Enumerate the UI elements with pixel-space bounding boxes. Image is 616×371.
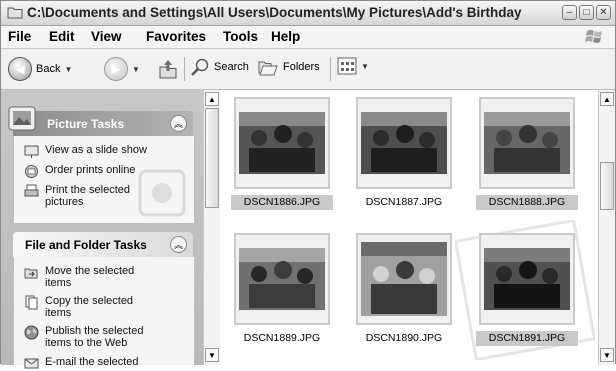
back-label: Back <box>36 63 61 75</box>
photo-thumbnail[interactable] <box>479 233 575 325</box>
task-label: Print the selected pictures <box>45 184 130 208</box>
photo-image <box>361 112 447 174</box>
back-button[interactable]: ◀ Back ▼ <box>8 57 72 81</box>
menu-bar: File Edit View Favorites Tools Help <box>1 26 615 49</box>
task-label: Order prints online <box>45 164 136 176</box>
task-print-pictures[interactable]: Print the selected pictures <box>24 184 144 208</box>
menu-edit[interactable]: Edit <box>49 29 75 44</box>
file-folder-tasks-header[interactable]: File and Folder Tasks ︽ <box>13 232 193 257</box>
task-publish-web[interactable]: Publish the selected items to the Web <box>24 325 144 349</box>
maximize-button[interactable]: □ <box>579 5 594 20</box>
views-button[interactable]: ▼ <box>337 57 369 75</box>
menu-view[interactable]: View <box>91 29 122 44</box>
forward-arrow-icon: ▶ <box>104 57 128 81</box>
thumbnail-view: DSCN1886.JPG DSCN1887.JPG DSCN1888.JPG DSCN… <box>220 90 600 365</box>
photo-image <box>484 248 570 310</box>
folder-icon <box>7 7 23 19</box>
collapse-chevron-icon[interactable]: ︽ <box>170 236 187 253</box>
photo-thumbnail[interactable] <box>356 97 452 189</box>
printer-icon <box>24 184 39 197</box>
menu-favorites[interactable]: Favorites <box>146 29 206 44</box>
photo-image <box>361 242 447 316</box>
forward-dropdown-icon[interactable]: ▼ <box>132 65 140 74</box>
title-bar[interactable]: C:\Documents and Settings\All Users\Docu… <box>1 1 615 26</box>
folders-icon <box>258 61 278 76</box>
watermark-icon <box>138 169 186 217</box>
task-label: Move the selected items <box>45 265 135 289</box>
back-dropdown-icon[interactable]: ▼ <box>64 65 72 74</box>
task-pane-scrollbar[interactable]: ▲ ▼ <box>203 90 220 365</box>
search-icon <box>191 58 209 76</box>
back-arrow-icon: ◀ <box>8 57 32 81</box>
slideshow-icon <box>24 145 39 158</box>
scroll-up-arrow-icon[interactable]: ▲ <box>600 92 614 106</box>
task-slide-show[interactable]: View as a slide show <box>24 144 147 159</box>
photo-thumbnail[interactable] <box>356 233 452 325</box>
picture-tasks-header[interactable]: Picture Tasks ︽ <box>8 106 193 136</box>
task-copy-items[interactable]: Copy the selected items <box>24 295 144 319</box>
photo-image <box>484 112 570 174</box>
thumbnail-filename[interactable]: DSCN1890.JPG <box>353 331 455 346</box>
menu-help[interactable]: Help <box>271 29 300 44</box>
toolbar-separator <box>330 57 331 81</box>
menu-tools[interactable]: Tools <box>223 29 258 44</box>
search-button[interactable]: Search <box>190 57 249 77</box>
file-folder-tasks-title: File and Folder Tasks <box>25 238 147 252</box>
scrollbar-thumb[interactable] <box>205 108 219 208</box>
scrollbar-thumb[interactable] <box>600 162 614 210</box>
minimize-button[interactable]: – <box>562 5 577 20</box>
up-folder-icon[interactable] <box>157 58 179 80</box>
photo-thumbnail[interactable] <box>234 97 330 189</box>
file-folder-tasks-panel: Move the selected items Copy the selecte… <box>13 257 195 369</box>
close-button[interactable]: ✕ <box>596 5 611 20</box>
task-label: Publish the selected items to the Web <box>45 325 144 349</box>
task-move-items[interactable]: Move the selected items <box>24 265 144 289</box>
task-pane: Picture Tasks ︽ View as a slide show Ord… <box>1 90 203 369</box>
scroll-down-arrow-icon[interactable]: ▼ <box>600 348 614 362</box>
task-order-prints[interactable]: Order prints online <box>24 164 136 179</box>
views-dropdown-icon: ▼ <box>361 61 369 71</box>
window-controls: – □ ✕ <box>562 5 611 20</box>
views-icon <box>337 57 357 75</box>
scroll-down-arrow-icon[interactable]: ▼ <box>205 348 219 362</box>
content-scrollbar[interactable]: ▲ ▼ <box>598 90 615 365</box>
thumbnail-filename[interactable]: DSCN1886.JPG <box>231 195 333 210</box>
folders-label: Folders <box>283 61 320 73</box>
menu-file[interactable]: File <box>8 29 31 44</box>
picture-tasks-panel: View as a slide show Order prints online… <box>13 136 195 224</box>
toolbar: ◀ Back ▼ ▶ ▼ Search Folders ▼ <box>1 49 615 90</box>
thumbnail-filename[interactable]: DSCN1887.JPG <box>353 195 455 210</box>
thumbnail-filename[interactable]: DSCN1888.JPG <box>476 195 578 210</box>
collapse-chevron-icon[interactable]: ︽ <box>170 115 187 132</box>
copy-icon <box>25 295 38 310</box>
photo-thumbnail[interactable] <box>479 97 575 189</box>
search-label: Search <box>214 61 249 73</box>
task-label: Copy the selected items <box>45 295 134 319</box>
scroll-up-arrow-icon[interactable]: ▲ <box>205 92 219 106</box>
picture-tasks-icon <box>8 106 36 131</box>
photo-thumbnail[interactable] <box>234 233 330 325</box>
windows-logo-icon <box>585 30 602 43</box>
toolbar-separator <box>184 57 185 81</box>
order-prints-icon <box>25 165 38 178</box>
window-title: C:\Documents and Settings\All Users\Docu… <box>27 5 522 20</box>
task-label: View as a slide show <box>45 144 147 156</box>
photo-image <box>239 248 325 310</box>
thumbnail-filename[interactable]: DSCN1891.JPG <box>476 331 578 346</box>
folders-button[interactable]: Folders <box>257 57 320 77</box>
photo-image <box>239 112 325 174</box>
thumbnail-filename[interactable]: DSCN1889.JPG <box>231 331 333 346</box>
move-icon <box>24 268 38 279</box>
picture-tasks-title: Picture Tasks <box>47 117 125 131</box>
forward-button[interactable]: ▶ ▼ <box>104 57 140 81</box>
globe-icon <box>24 325 39 340</box>
explorer-window: C:\Documents and Settings\All Users\Docu… <box>0 0 616 369</box>
